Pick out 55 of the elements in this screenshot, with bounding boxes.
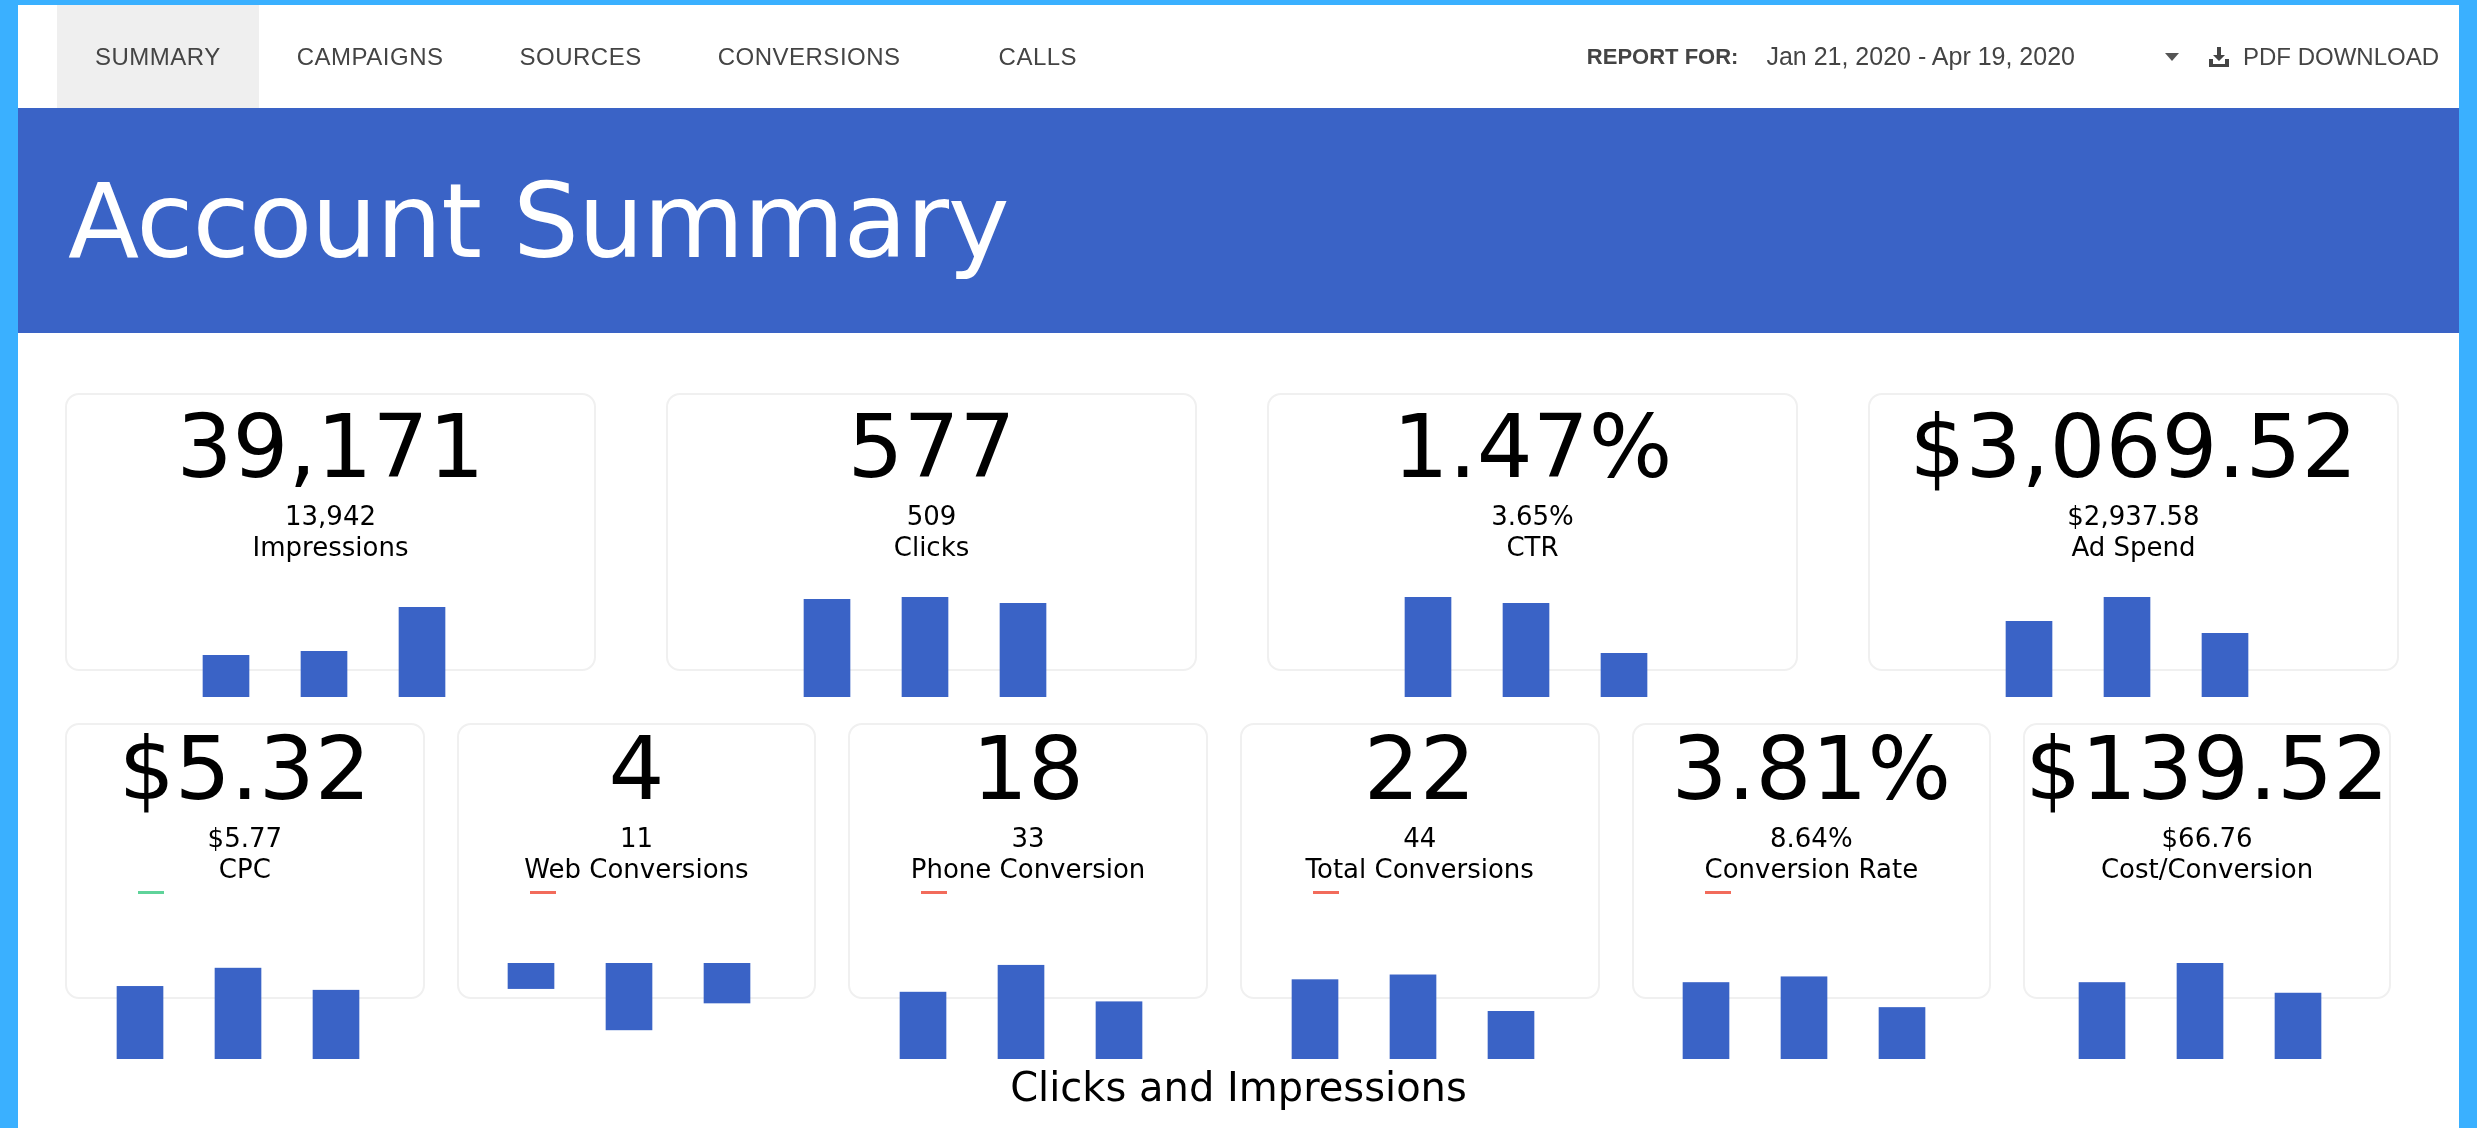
chart-bar — [312, 989, 360, 1059]
chart-bar — [2201, 633, 2248, 697]
date-range-dropdown[interactable]: Jan 21, 2020 - Apr 19, 2020 — [1766, 42, 2179, 71]
chart-bar — [2274, 992, 2322, 1059]
metric-value: 4 — [608, 725, 665, 813]
previous-value: 33 — [1011, 823, 1045, 855]
nav-tab[interactable]: CONVERSIONS — [679, 5, 939, 108]
metric-label: Conversion Rate — [1704, 854, 1919, 886]
chart-bar — [1879, 1007, 1926, 1059]
metric-value: 577 — [847, 403, 1016, 491]
previous-value: 13,942 — [285, 501, 376, 533]
chart-title: Clicks and Impressions — [1009, 1065, 1468, 1109]
caret-icon — [2165, 52, 2179, 61]
nav-tab[interactable]: SOURCES — [481, 5, 680, 108]
metric-label: Phone Conversion — [910, 854, 1146, 886]
chart-bar — [1600, 653, 1647, 697]
metric-label: CPC — [218, 854, 271, 886]
pdf-download-button[interactable]: PDF DOWNLOAD — [2207, 42, 2439, 71]
previous-value: 44 — [1403, 823, 1437, 855]
chart-bar — [202, 655, 249, 697]
chart-bar — [899, 991, 947, 1059]
metric-label: Web Conversions — [524, 854, 749, 886]
metric-value: $139.52 — [2025, 725, 2390, 813]
metric-value: $5.32 — [118, 725, 371, 813]
metric-label: Clicks — [893, 532, 970, 564]
metric-label: Total Conversions — [1305, 854, 1534, 886]
metric-value: 3.81% — [1671, 725, 1952, 813]
previous-value: 509 — [906, 501, 957, 533]
page-title: Account Summary — [68, 159, 1009, 282]
chart-bar — [300, 651, 347, 697]
chart-bar — [704, 963, 751, 1004]
metric-label: Impressions — [252, 532, 409, 564]
metric-value: 22 — [1363, 725, 1476, 813]
metric-value: 1.47% — [1392, 403, 1673, 491]
chart-bar — [606, 963, 653, 1031]
previous-value: $5.77 — [207, 823, 283, 855]
previous-value: 3.65% — [1491, 501, 1574, 533]
previous-value: $66.76 — [2161, 823, 2253, 855]
metric-value: 39,171 — [176, 403, 485, 491]
download-icon — [2207, 44, 2231, 69]
metric-value: $3,069.52 — [1909, 403, 2358, 491]
metric-label: Cost/Conversion — [2100, 854, 2314, 886]
previous-value: 11 — [619, 823, 653, 855]
chart-bar — [1095, 1001, 1143, 1059]
metric-label: Ad Spend — [2071, 532, 2196, 564]
nav-tab[interactable]: CAMPAIGNS — [258, 5, 482, 108]
nav-tab[interactable]: SUMMARY — [57, 5, 259, 108]
nav-tab[interactable]: CALLS — [938, 5, 1116, 108]
chart-bar — [1487, 1011, 1534, 1059]
chart-bar — [508, 963, 555, 989]
previous-value: $2,937.58 — [2067, 501, 2200, 533]
metric-label: CTR — [1506, 532, 1559, 564]
previous-value: 8.64% — [1770, 823, 1853, 855]
report-label: REPORT FOR: — [1586, 43, 1739, 70]
metric-value: 18 — [972, 725, 1085, 813]
